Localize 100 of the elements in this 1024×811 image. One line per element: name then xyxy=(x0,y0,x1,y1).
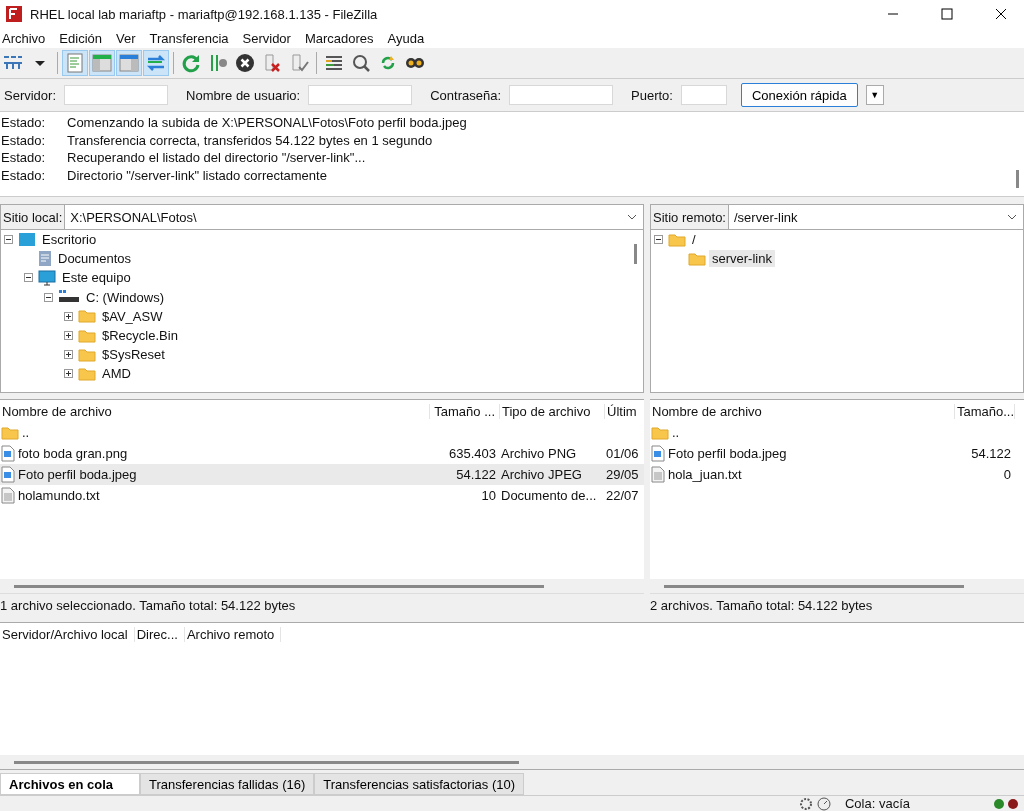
menu-item[interactable]: Transferencia xyxy=(147,30,236,46)
tab[interactable]: Transferencias satisfactorias (10) xyxy=(314,773,524,795)
log-icon xyxy=(64,52,86,74)
local-tree-button[interactable] xyxy=(89,50,115,76)
expand-toggle[interactable] xyxy=(64,311,75,321)
status-light-icon xyxy=(994,798,1004,809)
monitor-icon xyxy=(38,269,56,286)
input-field[interactable] xyxy=(680,85,727,105)
menu-item[interactable]: Ver xyxy=(114,30,143,46)
tree-item[interactable]: Este equipo xyxy=(59,269,134,287)
column-header[interactable]: Tamaño ... xyxy=(430,403,500,419)
column-header[interactable]: Nombre de archivo xyxy=(0,403,430,419)
image-file-icon xyxy=(1,466,15,483)
tree-item[interactable]: C: (Windows) xyxy=(83,288,167,306)
file-row[interactable]: Foto perfil boda.jpeg 54.122 xyxy=(650,443,1024,464)
search-icon xyxy=(350,52,372,74)
scrollbar-thumb[interactable] xyxy=(14,760,519,764)
dropdown-icon xyxy=(35,60,45,66)
input-field[interactable] xyxy=(64,85,169,105)
close-icon[interactable] xyxy=(995,8,1007,20)
column-header[interactable]: Nombre de archivo xyxy=(650,403,955,419)
table-cell: 54.122 xyxy=(971,446,1011,461)
tree-item[interactable]: server-link xyxy=(709,250,775,268)
tree-item[interactable]: / xyxy=(689,231,699,249)
scrollbar-thumb[interactable] xyxy=(14,584,544,588)
tree-item[interactable]: $Recycle.Bin xyxy=(99,327,181,345)
window-title: RHEL local lab mariaftp - mariaftp@192.168.1.135 - FileZilla xyxy=(30,6,378,22)
table-cell: foto boda gran.png xyxy=(18,446,128,461)
column-header[interactable]: Servidor/Archivo local xyxy=(0,626,135,642)
file-row[interactable]: hola_juan.txt 0 xyxy=(650,464,1024,485)
file-row[interactable]: .. xyxy=(650,422,1024,443)
collapse-toggle[interactable] xyxy=(654,235,665,245)
file-row[interactable]: .. xyxy=(0,422,644,443)
expand-toggle[interactable] xyxy=(64,331,75,341)
dropdown-button[interactable]: ▼ xyxy=(865,85,884,105)
maximize-icon[interactable] xyxy=(941,8,953,20)
column-header[interactable]: Tipo de archivo xyxy=(500,403,605,419)
file-row[interactable]: holamundo.txt 10 Documento de... 22/07 xyxy=(0,485,644,506)
document-icon xyxy=(38,250,52,268)
table-cell: 22/07 xyxy=(606,488,639,503)
table-cell: Documento de... xyxy=(501,488,597,503)
folder-icon xyxy=(78,309,96,324)
menu-item[interactable]: Servidor xyxy=(240,30,298,46)
tab[interactable]: Transferencias fallidas (16) xyxy=(140,773,315,795)
folder-icon xyxy=(78,366,96,381)
scrollbar-thumb[interactable] xyxy=(633,244,637,264)
menu-item[interactable]: Marcadores xyxy=(302,30,381,46)
collapse-toggle[interactable] xyxy=(4,235,15,245)
site-label: Sitio local: xyxy=(2,208,64,227)
table-cell: Archivo PNG xyxy=(501,446,577,461)
queue-button[interactable] xyxy=(143,50,169,76)
column-header[interactable]: Tamaño... xyxy=(955,403,1015,419)
menu-item[interactable]: Edición xyxy=(57,30,109,46)
log-message: Comenzando la subida de X:\PERSONAL\Fotos\Foto perfil boda.jpeg xyxy=(67,115,467,131)
log-label: Estado: xyxy=(1,115,47,131)
column-header[interactable]: Archivo remoto xyxy=(184,626,282,642)
table-cell: Foto perfil boda.jpeg xyxy=(668,446,787,461)
collapse-toggle[interactable] xyxy=(24,273,35,283)
remote-tree-button[interactable] xyxy=(116,50,142,76)
expand-toggle[interactable] xyxy=(64,350,75,360)
log-message: Directorio "/server-link" listado correctamente xyxy=(67,167,327,183)
field-label: Puerto: xyxy=(631,87,673,103)
log-message: Transferencia correcta, transferidos 54.122 bytes en 1 segundo xyxy=(67,132,433,148)
tab[interactable]: Archivos en cola xyxy=(0,773,140,795)
scrollbar-thumb[interactable] xyxy=(664,584,964,588)
status-text: 1 archivo seleccionado. Tamaño total: 54.122 bytes xyxy=(0,593,644,616)
path-dropdown[interactable]: X:\PERSONAL\Fotos\ xyxy=(64,205,643,229)
folder-icon xyxy=(78,347,96,362)
table-cell: 0 xyxy=(1003,467,1011,482)
table-cell: 10 xyxy=(481,488,496,503)
file-row[interactable]: Foto perfil boda.jpeg 54.122 Archivo JPEG 29/05 xyxy=(0,464,644,485)
tree-item[interactable]: Documentos xyxy=(55,250,134,268)
expand-toggle[interactable] xyxy=(64,369,75,379)
table-cell: .. xyxy=(22,425,30,440)
chevron-down-icon xyxy=(627,214,637,220)
field-label: Nombre de usuario: xyxy=(186,87,301,103)
input-field[interactable] xyxy=(509,85,614,105)
tree-item[interactable]: $AV_ASW xyxy=(99,307,166,325)
folder-icon xyxy=(1,425,19,440)
log-message: Recuperando el listado del directorio "/server-link"... xyxy=(67,150,366,166)
file-row[interactable]: foto boda gran.png 635.403 Archivo PNG 01/06 xyxy=(0,443,644,464)
column-header[interactable]: Direc... xyxy=(134,626,185,642)
tree-item[interactable]: $SysReset xyxy=(99,346,168,364)
path-dropdown[interactable]: /server-link xyxy=(728,205,1023,229)
quickconnect-button[interactable]: Conexión rápida xyxy=(740,83,858,107)
collapse-toggle[interactable] xyxy=(44,292,55,302)
status-text: 2 archivos. Tamaño total: 54.122 bytes xyxy=(650,593,1024,616)
scrollbar-thumb[interactable] xyxy=(1015,170,1019,188)
input-field[interactable] xyxy=(308,85,413,105)
log-button[interactable] xyxy=(62,50,88,76)
menu-item[interactable]: Ayuda xyxy=(385,30,432,46)
table-cell: 635.403 xyxy=(449,446,496,461)
folder-icon xyxy=(78,328,96,343)
folder-icon xyxy=(688,251,706,266)
field-label: Contraseña: xyxy=(430,87,502,103)
log-label: Estado: xyxy=(1,167,47,183)
tree-item[interactable]: AMD xyxy=(99,365,134,383)
tree-item[interactable]: Escritorio xyxy=(39,231,100,249)
app-logo-icon xyxy=(6,6,22,22)
menu-item[interactable]: Archivo xyxy=(0,30,53,46)
